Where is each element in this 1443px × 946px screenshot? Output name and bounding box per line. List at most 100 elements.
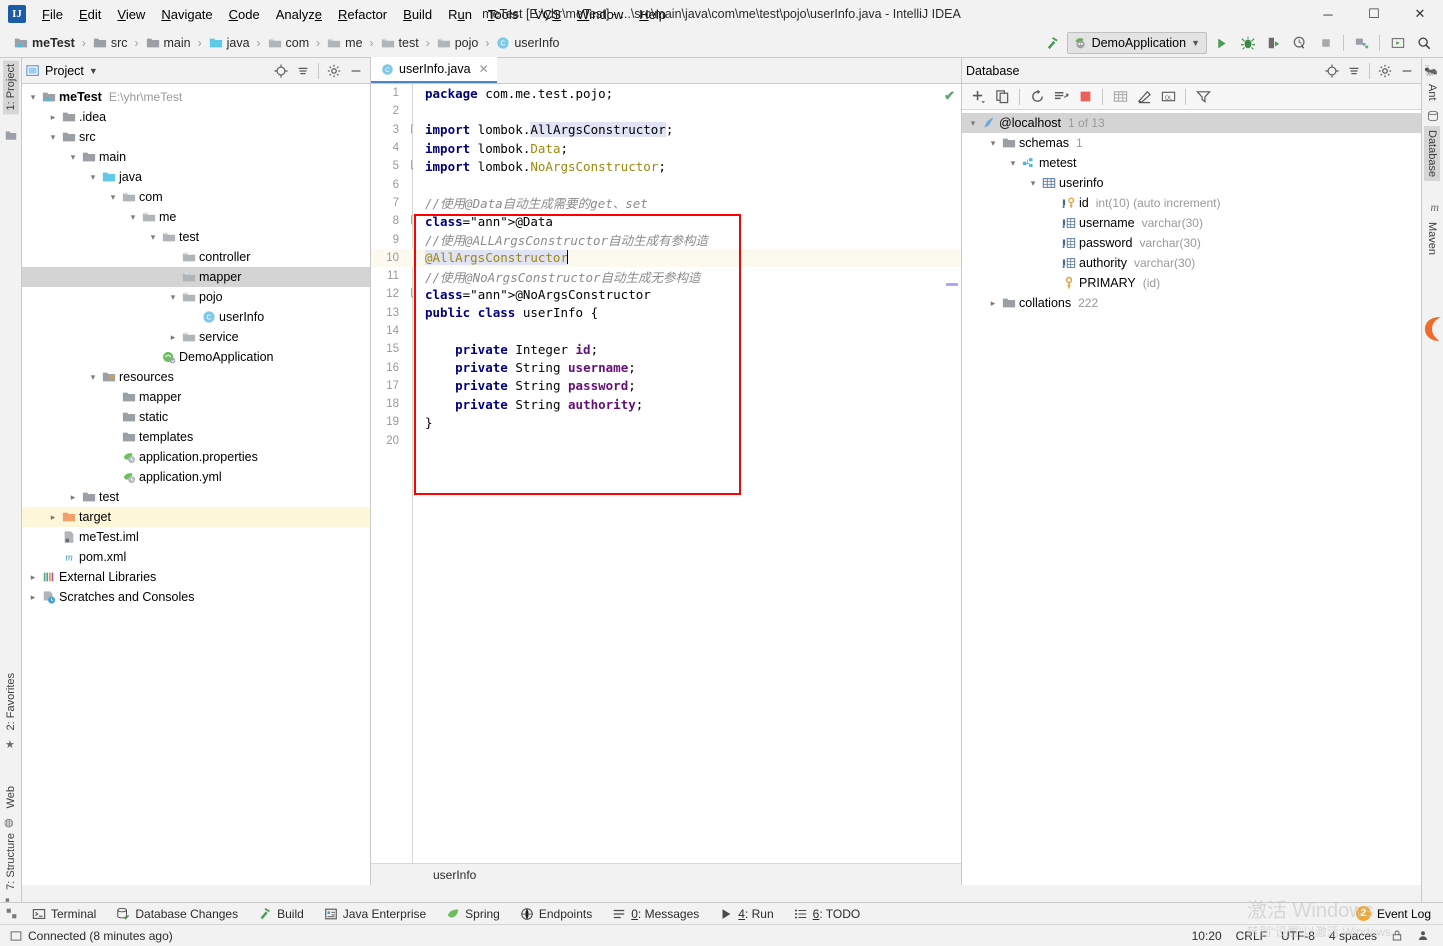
sidebar-item-web[interactable]: Web: [3, 782, 19, 812]
menu-view[interactable]: View: [109, 4, 153, 25]
sidebar-item-project[interactable]: 1: Project: [3, 60, 19, 115]
code-line[interactable]: 11 //使用@NoArgsConstructor自动生成无参构造: [371, 267, 961, 285]
project-tree-node-resources[interactable]: ▾ resources: [22, 367, 370, 387]
code-content[interactable]: 1 package com.me.test.pojo; 2 3 ⌈ import lomb…: [371, 84, 961, 450]
code-line[interactable]: 5 ⌊ import lombok.NoArgsConstructor;: [371, 157, 961, 175]
code-line[interactable]: 3 ⌈ import lombok.AllArgsConstructor;: [371, 121, 961, 139]
code-line[interactable]: 17 private String password;: [371, 377, 961, 395]
bottom-tool-spring[interactable]: Spring: [436, 903, 510, 925]
project-tree-node-test[interactable]: ▸ test: [22, 487, 370, 507]
project-tree-node-java[interactable]: ▾ java: [22, 167, 370, 187]
chevron-right-icon[interactable]: ▸: [986, 298, 1000, 309]
code-line[interactable]: 4 import lombok.Data;: [371, 139, 961, 157]
sidebar-item-ant[interactable]: Ant: [1424, 80, 1440, 105]
code-line[interactable]: 2: [371, 102, 961, 120]
project-tree-node-me[interactable]: ▾ me: [22, 207, 370, 227]
fold-marker[interactable]: ⌊: [405, 289, 419, 299]
code-line[interactable]: 1 package com.me.test.pojo;: [371, 84, 961, 102]
project-tree-node--idea[interactable]: ▸ .idea: [22, 107, 370, 127]
profile-button[interactable]: [1288, 32, 1311, 55]
update-button[interactable]: [1386, 32, 1409, 55]
data-editor-button[interactable]: [1109, 86, 1131, 108]
project-tree-node-pojo[interactable]: ▾ pojo: [22, 287, 370, 307]
breadcrumb-item-pojo[interactable]: pojo: [437, 36, 478, 50]
code-line[interactable]: 16 private String username;: [371, 358, 961, 376]
chevron-down-icon[interactable]: ▾: [146, 232, 160, 243]
fold-marker[interactable]: ⌈: [405, 216, 419, 226]
menu-refactor[interactable]: Refactor: [330, 4, 395, 25]
database-tree-node-authority[interactable]: authority varchar(30): [962, 253, 1421, 273]
project-tree-node-src[interactable]: ▾ src: [22, 127, 370, 147]
sidebar-item-favorites[interactable]: 2: Favorites: [3, 669, 19, 734]
breadcrumb-item-com[interactable]: com: [268, 36, 309, 50]
code-line[interactable]: 10 @AllArgsConstructor: [371, 248, 961, 267]
query-console-button[interactable]: QL: [1157, 86, 1179, 108]
run-configuration-selector[interactable]: DemoApplication ▼: [1066, 32, 1207, 54]
fold-marker[interactable]: ⌊: [405, 161, 419, 171]
project-tree-node-main[interactable]: ▾ main: [22, 147, 370, 167]
maximize-button[interactable]: ☐: [1351, 0, 1397, 28]
chevron-down-icon[interactable]: ▾: [986, 138, 1000, 149]
minimize-button[interactable]: ─: [1305, 0, 1351, 28]
gear-icon[interactable]: [1375, 61, 1395, 81]
breadcrumb-item-main[interactable]: main: [146, 36, 191, 50]
database-tree-node-userinfo[interactable]: ▾ userinfo: [962, 173, 1421, 193]
database-tree-node-password[interactable]: password varchar(30): [962, 233, 1421, 253]
bottom-tool-java-enterprise[interactable]: Java Enterprise: [314, 903, 436, 925]
chevron-right-icon[interactable]: ▸: [26, 572, 40, 583]
modify-button[interactable]: [1133, 86, 1155, 108]
status-indent[interactable]: 4 spaces: [1329, 929, 1377, 943]
database-tree-node-metest[interactable]: ▾ metest: [962, 153, 1421, 173]
chevron-down-icon[interactable]: ▾: [126, 212, 140, 223]
close-button[interactable]: ✕: [1397, 0, 1443, 28]
breadcrumb-item-userinfo[interactable]: CuserInfo: [496, 36, 560, 50]
chevron-down-icon[interactable]: ▾: [966, 118, 980, 129]
code-line[interactable]: 19}: [371, 413, 961, 431]
chevron-down-icon[interactable]: ▾: [106, 192, 120, 203]
code-line[interactable]: 15 private Integer id;: [371, 340, 961, 358]
fold-marker[interactable]: ⌈: [405, 124, 419, 135]
sidebar-item-database[interactable]: Database: [1424, 126, 1440, 182]
sidebar-item-maven[interactable]: Maven: [1424, 218, 1440, 259]
search-everywhere-button[interactable]: [1412, 32, 1435, 55]
project-structure-button[interactable]: [1350, 32, 1373, 55]
hide-panel-icon[interactable]: [346, 61, 366, 81]
code-line[interactable]: 18 private String authority;: [371, 395, 961, 413]
code-line[interactable]: 13 public class userInfo {: [371, 304, 961, 322]
run-button[interactable]: [1210, 32, 1233, 55]
menu-build[interactable]: Build: [395, 4, 440, 25]
chevron-down-icon[interactable]: ▾: [26, 92, 40, 103]
chevron-down-icon[interactable]: ▾: [66, 152, 80, 163]
project-tree-node-scratches-and-consoles[interactable]: ▸ Scratches and Consoles: [22, 587, 370, 607]
project-tree-node-target[interactable]: ▸ target: [22, 507, 370, 527]
database-tree-node-username[interactable]: username varchar(30): [962, 213, 1421, 233]
bottom-tool-6-todo[interactable]: 6: TODO: [784, 903, 871, 925]
gear-icon[interactable]: [324, 61, 344, 81]
stop-button[interactable]: [1314, 32, 1337, 55]
chevron-right-icon[interactable]: ▸: [46, 512, 60, 523]
tab-userinfo-java[interactable]: C userInfo.java ✕: [371, 57, 497, 83]
bottom-tool-4-run[interactable]: 4: Run: [709, 903, 783, 925]
close-icon[interactable]: ✕: [479, 62, 489, 76]
database-tree-node-schemas[interactable]: ▾ schemas 1: [962, 133, 1421, 153]
breadcrumb-item-me[interactable]: me: [327, 36, 363, 50]
bottom-tool-database-changes[interactable]: Database Changes: [106, 903, 248, 925]
code-line[interactable]: 20: [371, 432, 961, 450]
build-hammer-icon[interactable]: [1041, 32, 1064, 55]
chevron-down-icon[interactable]: ▾: [86, 172, 100, 183]
collapse-all-icon[interactable]: [293, 61, 313, 81]
project-tree-node-demoapplication[interactable]: DemoApplication: [22, 347, 370, 367]
bottom-tool-terminal[interactable]: Terminal: [22, 903, 106, 925]
lock-icon[interactable]: [1391, 929, 1403, 942]
editor-body[interactable]: 1 package com.me.test.pojo; 2 3 ⌈ import lomb…: [371, 84, 961, 885]
event-log-group[interactable]: 2 Event Log: [1355, 906, 1443, 921]
project-tree-node-application-yml[interactable]: application.yml: [22, 467, 370, 487]
chevron-right-icon[interactable]: ▸: [46, 112, 60, 123]
toggle-tool-windows-icon[interactable]: [0, 903, 22, 925]
database-tree-node--localhost[interactable]: ▾ @localhost 1 of 13: [962, 113, 1421, 133]
project-tree-node-application-properties[interactable]: application.properties: [22, 447, 370, 467]
project-tree-node-metest[interactable]: ▾ meTest E:\yhr\meTest: [22, 87, 370, 107]
add-button[interactable]: [967, 86, 989, 108]
project-tree-node-controller[interactable]: controller: [22, 247, 370, 267]
chevron-right-icon[interactable]: ▸: [66, 492, 80, 503]
